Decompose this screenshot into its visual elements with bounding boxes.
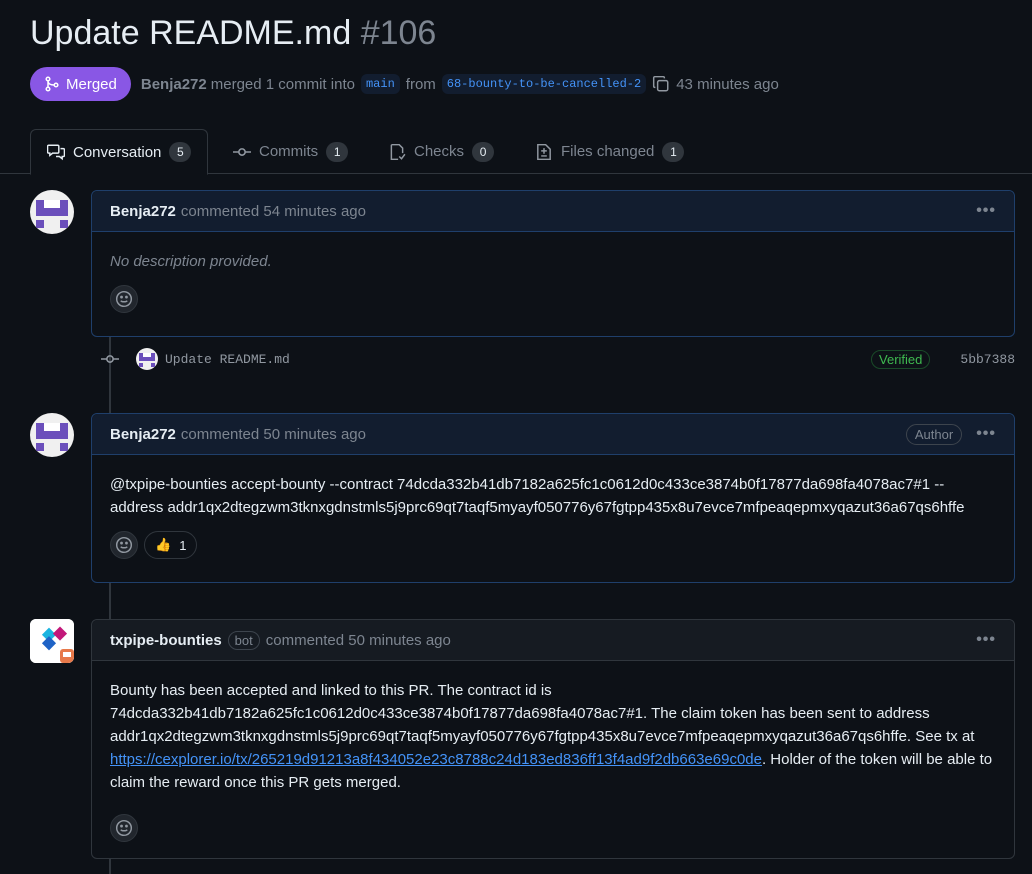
- comment-author[interactable]: txpipe-bounties: [110, 632, 222, 649]
- reactions-bar: [92, 273, 1014, 327]
- thumbs-up-icon: 👍: [155, 537, 172, 552]
- tab-files-changed[interactable]: Files changed 1: [535, 129, 685, 174]
- pr-title-text: Update README.md: [30, 14, 352, 52]
- git-merge-icon: [44, 76, 60, 92]
- add-reaction-button[interactable]: [110, 285, 138, 313]
- commit-avatar[interactable]: [136, 348, 158, 370]
- base-branch[interactable]: main: [360, 74, 400, 94]
- commit-event: Update README.md Verified 5bb7388: [100, 346, 1015, 372]
- file-diff-icon: [535, 143, 553, 161]
- comment-card: Benja272 commented 50 minutes ago Author…: [91, 413, 1015, 583]
- comment-time[interactable]: commented 50 minutes ago: [181, 426, 366, 443]
- from-text: from: [405, 75, 436, 93]
- tab-label: Files changed: [561, 143, 655, 160]
- head-branch[interactable]: 68-bounty-to-be-cancelled-2: [441, 74, 647, 94]
- merged-state-badge: Merged: [30, 67, 131, 101]
- pr-title: Update README.md #106: [30, 14, 436, 53]
- reactions-bar: [92, 794, 1014, 856]
- smiley-icon: [115, 819, 133, 837]
- comment-body: Bounty has been accepted and linked to t…: [92, 661, 1014, 794]
- tab-counter: 1: [326, 141, 349, 162]
- tab-label: Conversation: [73, 143, 162, 161]
- pr-number: #106: [360, 14, 437, 52]
- smiley-icon: [115, 290, 133, 308]
- comment-card: txpipe-bounties bot commented 50 minutes…: [91, 619, 1015, 859]
- tab-checks[interactable]: Checks 0: [388, 129, 495, 174]
- comment-time[interactable]: commented 50 minutes ago: [266, 632, 451, 649]
- tab-commits[interactable]: Commits 1: [233, 129, 349, 174]
- commit-message[interactable]: Update README.md: [165, 352, 290, 367]
- bot-avatar[interactable]: [30, 619, 74, 663]
- kebab-menu-icon[interactable]: •••: [976, 631, 996, 649]
- pr-time: 43 minutes ago: [676, 75, 779, 93]
- comment-header: Benja272 commented 54 minutes ago •••: [92, 191, 1014, 232]
- add-reaction-button[interactable]: [110, 814, 138, 842]
- commit-sha[interactable]: 5bb7388: [960, 352, 1015, 367]
- state-label: Merged: [66, 75, 117, 93]
- tab-conversation[interactable]: Conversation 5: [30, 129, 209, 175]
- kebab-menu-icon[interactable]: •••: [976, 202, 996, 220]
- comment-body: @txpipe-bounties accept-bounty --contrac…: [110, 476, 965, 516]
- git-commit-icon: [233, 143, 251, 161]
- tx-link[interactable]: https://cexplorer.io/tx/265219d91213a8f4…: [110, 751, 762, 768]
- checklist-icon: [388, 143, 406, 161]
- merge-text: merged 1 commit into: [210, 75, 355, 93]
- tab-label: Checks: [414, 143, 465, 160]
- git-commit-icon: [100, 350, 120, 368]
- tab-label: Commits: [259, 143, 319, 160]
- add-reaction-button[interactable]: [110, 531, 138, 559]
- avatar[interactable]: [30, 413, 74, 457]
- pr-author-link[interactable]: Benja272: [141, 76, 207, 93]
- comment-card: Benja272 commented 54 minutes ago ••• No…: [91, 190, 1015, 337]
- smiley-icon: [115, 536, 133, 554]
- pr-meta: Merged Benja272 merged 1 commit into mai…: [30, 67, 779, 101]
- tab-counter: 0: [472, 141, 495, 162]
- tab-counter: 1: [662, 141, 685, 162]
- comment-author[interactable]: Benja272: [110, 203, 176, 220]
- avatar[interactable]: [30, 190, 74, 234]
- kebab-menu-icon[interactable]: •••: [976, 425, 996, 443]
- copy-icon[interactable]: [652, 75, 670, 93]
- thumbs-up-reaction[interactable]: 👍 1: [144, 531, 198, 559]
- reaction-count: 1: [179, 537, 187, 553]
- comment-body: No description provided.: [110, 253, 272, 270]
- comment-time[interactable]: commented 54 minutes ago: [181, 203, 366, 220]
- pr-tabs: Conversation 5 Commits 1 Checks 0 Files …: [0, 129, 1032, 175]
- comment-header: txpipe-bounties bot commented 50 minutes…: [92, 620, 1014, 661]
- bot-badge: bot: [227, 630, 260, 650]
- comment-author[interactable]: Benja272: [110, 426, 176, 443]
- comment-header: Benja272 commented 50 minutes ago Author…: [92, 414, 1014, 455]
- comment-text: Bounty has been accepted and linked to t…: [110, 682, 975, 745]
- author-badge: Author: [905, 423, 963, 445]
- reactions-bar: 👍 1: [92, 519, 1014, 573]
- verified-badge[interactable]: Verified: [871, 349, 931, 369]
- tab-counter: 5: [169, 142, 192, 162]
- comment-discussion-icon: [47, 143, 65, 161]
